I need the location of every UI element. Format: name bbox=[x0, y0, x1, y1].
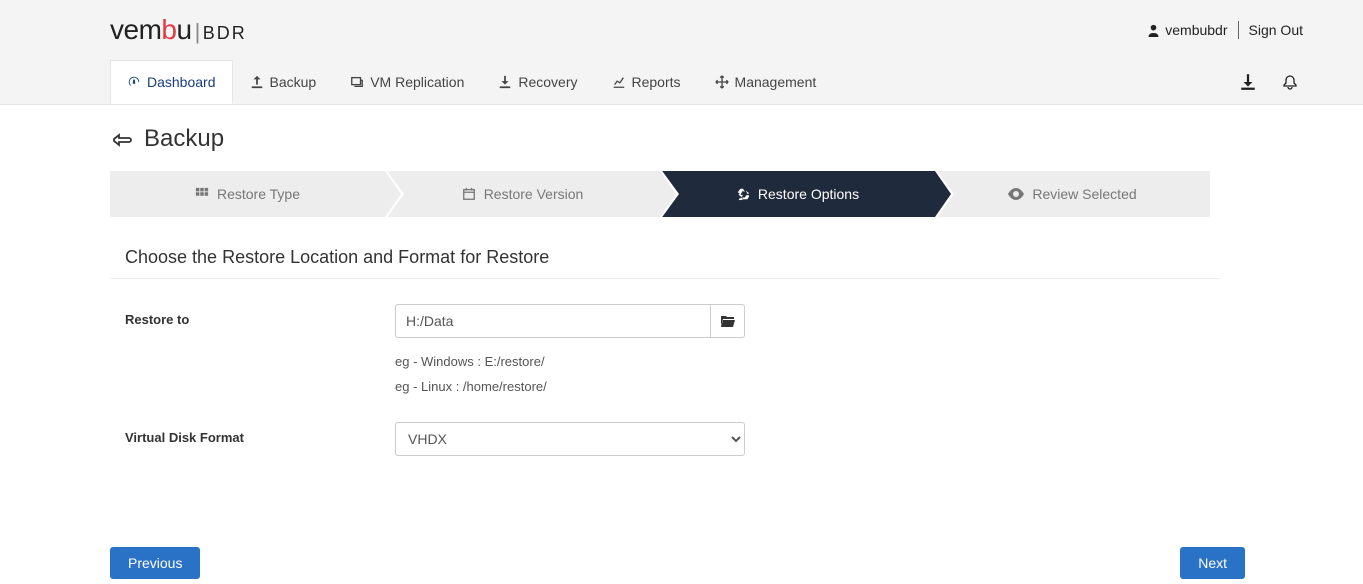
step-review-selected[interactable]: Review Selected bbox=[935, 171, 1210, 217]
row-restore-to: Restore to eg - Windows : E:/restore/ eg… bbox=[110, 304, 1253, 394]
hint-windows: eg - Windows : E:/restore/ bbox=[395, 354, 745, 369]
wizard-steps: Restore Type Restore Version Restore Opt… bbox=[110, 171, 1210, 217]
step-restore-version[interactable]: Restore Version bbox=[385, 171, 660, 217]
nav-label: Management bbox=[735, 74, 817, 90]
brand-logo: vembu|BDR bbox=[110, 14, 247, 46]
previous-button[interactable]: Previous bbox=[110, 547, 200, 579]
next-button[interactable]: Next bbox=[1180, 547, 1245, 579]
calendar-icon bbox=[462, 187, 476, 201]
restore-to-label: Restore to bbox=[110, 304, 395, 394]
user-icon bbox=[1147, 24, 1160, 37]
nav-backup[interactable]: Backup bbox=[233, 60, 334, 104]
nav-label: Backup bbox=[270, 74, 317, 90]
step-label: Restore Options bbox=[758, 186, 859, 202]
nav-recovery[interactable]: Recovery bbox=[481, 60, 594, 104]
user-area: vembubdr Sign Out bbox=[1147, 21, 1303, 39]
vdf-label: Virtual Disk Format bbox=[110, 422, 395, 456]
nav-label: VM Replication bbox=[370, 74, 464, 90]
nav-label: Dashboard bbox=[147, 74, 216, 90]
vdf-select[interactable]: VHDX bbox=[395, 422, 745, 456]
section-title: Choose the Restore Location and Format f… bbox=[110, 247, 1220, 279]
nav-management[interactable]: Management bbox=[698, 60, 834, 104]
step-label: Restore Type bbox=[217, 186, 300, 202]
separator bbox=[1238, 21, 1239, 39]
download-icon[interactable] bbox=[1239, 73, 1257, 91]
share-icon bbox=[350, 75, 364, 89]
dashboard-icon bbox=[127, 75, 141, 89]
step-restore-options[interactable]: Restore Options bbox=[660, 171, 935, 217]
step-label: Review Selected bbox=[1032, 186, 1136, 202]
step-label: Restore Version bbox=[484, 186, 584, 202]
top-bar: vembu|BDR vembubdr Sign Out bbox=[0, 0, 1363, 60]
hand-icon bbox=[110, 127, 134, 151]
row-virtual-disk-format: Virtual Disk Format VHDX bbox=[110, 422, 1253, 456]
download-icon bbox=[498, 75, 512, 89]
page-title: Backup bbox=[110, 125, 1253, 153]
nav-reports[interactable]: Reports bbox=[595, 60, 698, 104]
move-icon bbox=[715, 75, 729, 89]
footer-buttons: Previous Next bbox=[110, 547, 1245, 579]
chart-icon bbox=[612, 75, 626, 89]
recycle-icon bbox=[736, 187, 750, 201]
step-restore-type[interactable]: Restore Type bbox=[110, 171, 385, 217]
upload-icon bbox=[250, 75, 264, 89]
folder-open-icon bbox=[720, 314, 736, 328]
bell-icon[interactable] bbox=[1282, 74, 1298, 90]
eye-icon bbox=[1008, 187, 1024, 201]
nav-dashboard[interactable]: Dashboard bbox=[110, 60, 233, 104]
grid-icon bbox=[195, 187, 209, 201]
main-nav: Dashboard Backup VM Replication Recovery… bbox=[0, 60, 1363, 105]
hint-linux: eg - Linux : /home/restore/ bbox=[395, 379, 745, 394]
signout-link[interactable]: Sign Out bbox=[1249, 22, 1303, 38]
nav-label: Recovery bbox=[518, 74, 577, 90]
username-label[interactable]: vembubdr bbox=[1165, 22, 1227, 38]
browse-button[interactable] bbox=[711, 304, 745, 338]
restore-to-input[interactable] bbox=[395, 304, 711, 338]
page-title-text: Backup bbox=[144, 125, 224, 153]
nav-vmreplication[interactable]: VM Replication bbox=[333, 60, 481, 104]
nav-label: Reports bbox=[632, 74, 681, 90]
page-content: Backup Restore Type Restore Version Rest… bbox=[0, 105, 1363, 456]
